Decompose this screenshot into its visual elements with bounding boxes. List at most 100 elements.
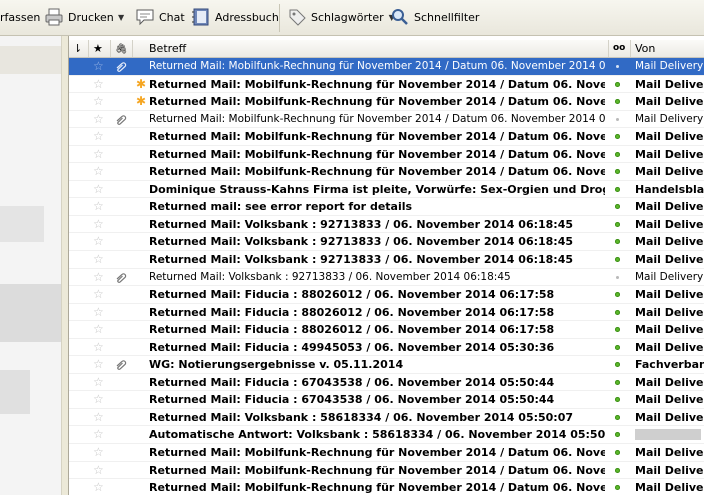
print-label: Drucken <box>68 10 114 24</box>
read-status-icon[interactable] <box>615 309 620 315</box>
star-icon[interactable]: ☆ <box>93 481 104 493</box>
addressbook-button[interactable]: Adressbuch <box>191 5 279 29</box>
read-status-icon[interactable] <box>615 467 620 473</box>
star-icon[interactable]: ☆ <box>93 200 104 212</box>
from-column-header[interactable]: Von <box>631 40 704 57</box>
read-status-icon[interactable] <box>615 134 620 140</box>
message-sender: Mail Delivery S <box>635 112 704 125</box>
read-status-icon[interactable] <box>615 485 620 491</box>
read-status-icon[interactable] <box>615 450 620 456</box>
star-icon[interactable]: ☆ <box>93 428 104 440</box>
star-icon[interactable]: ☆ <box>93 323 104 335</box>
message-row[interactable]: ☆ Returned Mail: Mobilfunk-Rechnung für N… <box>69 146 704 164</box>
message-subject: Returned Mail: Fiducia : 49945053 / 06. … <box>149 340 555 354</box>
star-icon[interactable]: ☆ <box>93 446 104 458</box>
message-row[interactable]: ☆ Returned Mail: Mobilfunk-Rechnung für N… <box>69 163 704 181</box>
star-icon[interactable]: ☆ <box>93 78 104 90</box>
message-row[interactable]: ☆ Returned Mail: Fiducia : 67043538 / 06.… <box>69 391 704 409</box>
message-row[interactable]: ☆ Returned Mail: Volksbank : 58618334 / 0… <box>69 409 704 427</box>
print-icon <box>44 7 64 27</box>
message-row[interactable]: ☆ Returned Mail: Mobilfunk-Rechnung für N… <box>69 58 704 76</box>
star-icon[interactable]: ☆ <box>93 218 104 230</box>
read-status-icon[interactable] <box>615 432 620 438</box>
message-row[interactable]: ☆ ✱ Returned Mail: Mobilfunk-Rechnung für … <box>69 93 704 111</box>
attachment-column-header[interactable]: 🖇 <box>111 40 133 57</box>
read-status-icon[interactable] <box>615 362 620 368</box>
star-icon[interactable]: ☆ <box>93 306 104 318</box>
message-subject: Returned Mail: Fiducia : 88026012 / 06. … <box>149 323 555 337</box>
star-icon[interactable]: ☆ <box>93 376 104 388</box>
thread-column-header[interactable]: ⇂ <box>69 40 89 57</box>
read-status-icon[interactable] <box>616 117 619 121</box>
message-row[interactable]: ☆ Returned Mail: Volksbank : 92713833 / 0… <box>69 233 704 252</box>
message-sender: Mail Delivery <box>635 463 704 477</box>
star-icon[interactable]: ☆ <box>93 358 104 370</box>
message-sender: Mail Delivery <box>635 481 704 495</box>
read-status-icon[interactable] <box>615 186 620 192</box>
message-row[interactable]: ☆ Returned Mail: Fiducia : 67043538 / 06.… <box>69 374 704 392</box>
star-icon[interactable]: ☆ <box>93 183 104 195</box>
message-row[interactable]: ☆ Returned Mail: Mobilfunk-Rechnung für N… <box>69 444 704 462</box>
message-list[interactable]: ⇂ ★ 🖇 Betreff oo Von ☆ Returned Mail: Mob… <box>69 40 704 495</box>
read-status-icon[interactable] <box>615 99 620 105</box>
message-row[interactable]: ☆ Returned Mail: Fiducia : 88026012 / 06.… <box>69 304 704 322</box>
read-status-icon[interactable] <box>615 81 620 87</box>
read-status-icon[interactable] <box>615 292 620 298</box>
star-icon[interactable]: ☆ <box>93 341 104 353</box>
read-status-icon[interactable] <box>615 397 620 403</box>
message-row[interactable]: ☆ Returned Mail: Volksbank : 92713833 / 0… <box>69 216 704 234</box>
star-icon[interactable]: ☆ <box>93 235 104 247</box>
message-row[interactable]: ☆ WG: Notierungsergebnisse v. 05.11.2014 F… <box>69 356 704 374</box>
read-status-icon[interactable] <box>616 65 619 68</box>
star-icon[interactable]: ☆ <box>93 130 104 142</box>
star-icon[interactable]: ☆ <box>93 148 104 160</box>
star-icon[interactable]: ☆ <box>93 95 104 107</box>
read-status-icon[interactable] <box>615 151 620 157</box>
star-icon[interactable]: ☆ <box>93 393 104 405</box>
message-row[interactable]: ☆ Returned Mail: Mobilfunk-Rechnung für N… <box>69 128 704 146</box>
read-status-icon[interactable] <box>616 275 619 279</box>
message-row[interactable]: ☆ Returned mail: see error report for det… <box>69 198 704 216</box>
read-status-icon[interactable] <box>615 169 620 175</box>
compose-button[interactable]: rfassen <box>0 5 40 29</box>
chat-button[interactable]: Chat <box>135 5 185 29</box>
read-status-icon[interactable] <box>615 344 620 350</box>
read-status-column-header[interactable]: oo <box>609 40 631 57</box>
star-icon[interactable]: ☆ <box>93 411 104 423</box>
quickfilter-button[interactable]: Schnellfilter <box>390 5 479 29</box>
tags-button[interactable]: Schlagwörter ▼ <box>287 5 395 29</box>
folder-pane[interactable] <box>0 36 61 495</box>
read-status-icon[interactable] <box>615 327 620 333</box>
read-status-icon[interactable] <box>615 221 620 227</box>
message-row[interactable]: ☆ Returned Mail: Fiducia : 88026012 / 06.… <box>69 286 704 304</box>
read-status-icon[interactable] <box>615 414 620 420</box>
read-status-icon[interactable] <box>615 257 620 263</box>
star-icon[interactable]: ☆ <box>93 253 104 265</box>
read-status-icon[interactable] <box>615 379 620 385</box>
message-subject: Returned Mail: Volksbank : 58618334 / 06… <box>149 410 574 424</box>
message-subject: Returned Mail: Mobilfunk-Rechnung für No… <box>149 112 605 125</box>
message-row[interactable]: ☆ Returned Mail: Fiducia : 49945053 / 06.… <box>69 339 704 357</box>
message-row[interactable]: ☆ Returned Mail: Mobilfunk-Rechnung für N… <box>69 111 704 129</box>
subject-column-header[interactable]: Betreff <box>133 40 609 57</box>
star-icon[interactable]: ☆ <box>93 165 104 177</box>
star-column-header[interactable]: ★ <box>89 40 111 57</box>
message-row[interactable]: ☆ ✱ Returned Mail: Mobilfunk-Rechnung für … <box>69 76 704 94</box>
message-row[interactable]: ☆ Dominique Strauss-Kahns Firma ist pleit… <box>69 181 704 199</box>
star-icon[interactable]: ☆ <box>93 464 104 476</box>
message-row[interactable]: ☆ Automatische Antwort: Volksbank : 58618… <box>69 426 704 445</box>
pane-splitter[interactable] <box>61 36 69 495</box>
print-button[interactable]: Drucken <box>44 5 114 29</box>
message-row[interactable]: ☆ Returned Mail: Mobilfunk-Rechnung für N… <box>69 462 704 480</box>
star-icon[interactable]: ☆ <box>93 113 104 125</box>
message-row[interactable]: ☆ Returned Mail: Volksbank : 92713833 / 0… <box>69 269 704 287</box>
star-icon[interactable]: ☆ <box>93 288 104 300</box>
read-status-icon[interactable] <box>615 239 620 245</box>
star-icon[interactable]: ☆ <box>93 60 104 72</box>
read-status-icon[interactable] <box>615 204 620 210</box>
print-dropdown[interactable]: ▼ <box>114 5 124 29</box>
star-icon[interactable]: ☆ <box>93 271 104 283</box>
message-row[interactable]: ☆ Returned Mail: Volksbank : 92713833 / 0… <box>69 251 704 269</box>
message-row[interactable]: ☆ Returned Mail: Mobilfunk-Rechnung für N… <box>69 479 704 495</box>
message-row[interactable]: ☆ Returned Mail: Fiducia : 88026012 / 06.… <box>69 321 704 339</box>
